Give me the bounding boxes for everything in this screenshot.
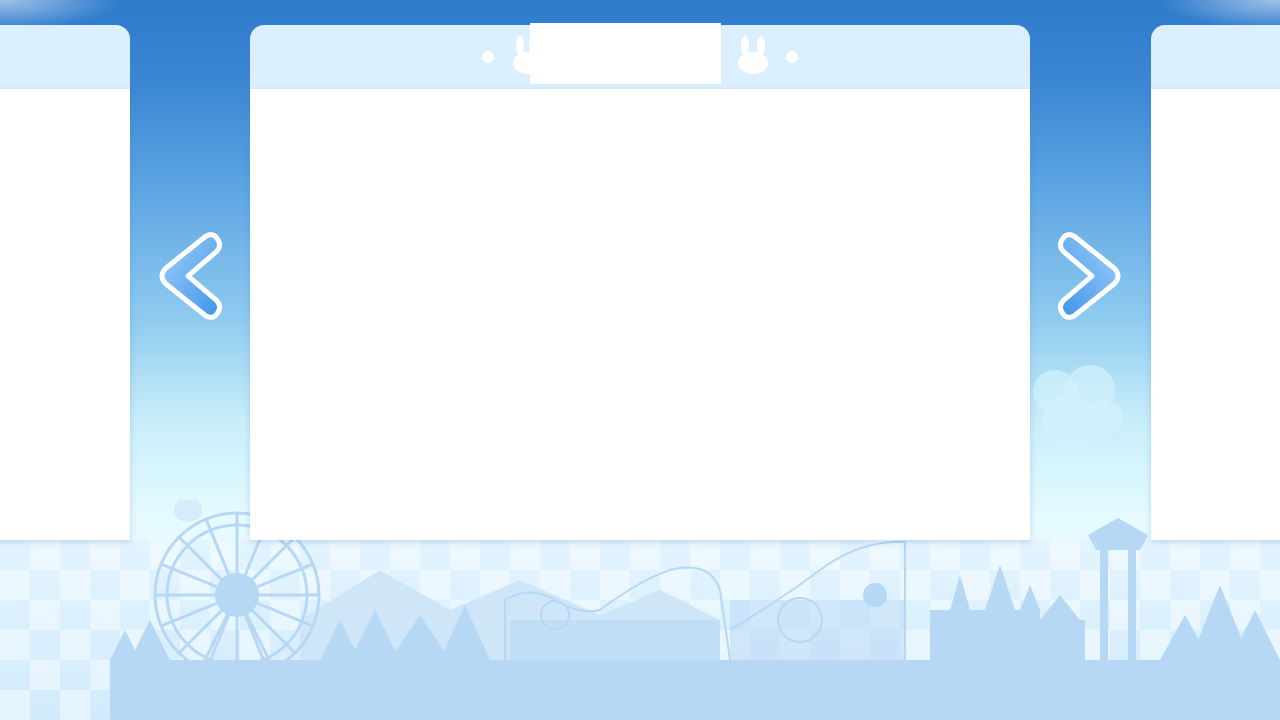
page-title	[530, 23, 721, 84]
carousel-panel-left[interactable]	[0, 25, 130, 540]
carousel-panel-right[interactable]	[1151, 25, 1280, 540]
chevron-left-icon[interactable]	[154, 228, 224, 324]
bunny-icon	[738, 36, 798, 74]
panel-body	[250, 89, 1030, 540]
bunny-silhouette-left	[174, 500, 202, 522]
panel-header	[0, 25, 130, 89]
drop-tower	[1088, 518, 1148, 660]
carousel-panel-center[interactable]	[250, 25, 1030, 540]
panel-header	[1151, 25, 1280, 89]
chevron-right-icon[interactable]	[1056, 228, 1126, 324]
cloud	[1033, 365, 1123, 450]
castle	[930, 565, 1085, 660]
panel-body	[0, 89, 130, 540]
panel-body	[1151, 89, 1280, 540]
